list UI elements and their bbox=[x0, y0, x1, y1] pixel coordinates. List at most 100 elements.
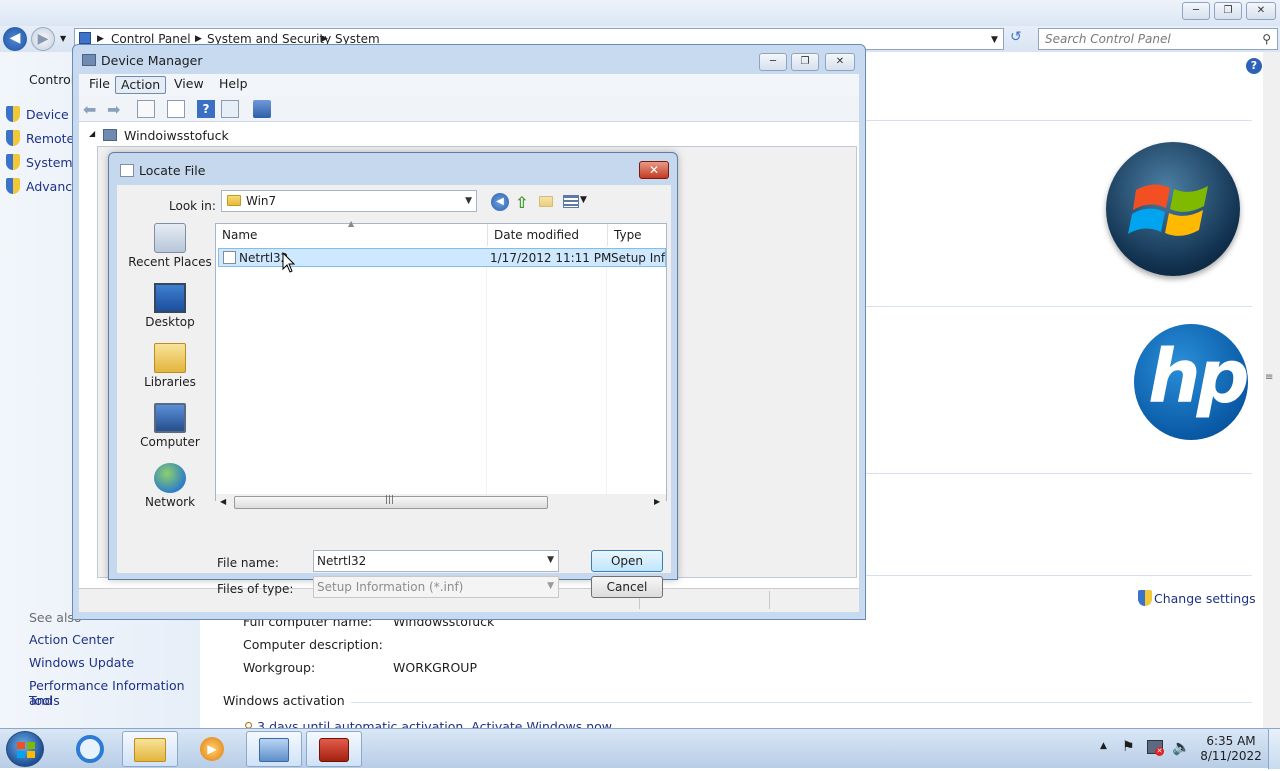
scroll-right-icon[interactable]: ▶ bbox=[654, 497, 660, 506]
chevron-down-icon[interactable]: ▼ bbox=[547, 555, 554, 565]
vertical-scrollbar[interactable]: ≡ bbox=[1263, 52, 1280, 728]
divider bbox=[866, 306, 1252, 307]
close-button[interactable]: ✕ bbox=[825, 53, 855, 71]
scrollbar-grip-icon: ≡ bbox=[1265, 372, 1274, 383]
column-header-date[interactable]: Date modified bbox=[488, 224, 608, 246]
file-list: ▲ Name Date modified Type Netrtl32 1/17/… bbox=[215, 219, 667, 511]
look-in-dropdown[interactable]: Win7 ▼ bbox=[221, 190, 477, 212]
chevron-down-icon: ▼ bbox=[547, 581, 554, 591]
start-button[interactable] bbox=[6, 731, 44, 767]
menu-bar: File Action View Help bbox=[79, 74, 859, 96]
refresh-icon[interactable]: ↺ bbox=[1010, 29, 1022, 45]
task-label: System bbox=[26, 155, 73, 170]
divider bbox=[866, 120, 1252, 121]
control-panel-icon bbox=[259, 738, 289, 762]
file-date-cell: 1/17/2012 11:11 PM bbox=[490, 251, 612, 265]
place-network[interactable]: Network bbox=[127, 463, 213, 509]
place-desktop[interactable]: Desktop bbox=[127, 283, 213, 329]
recent-pages-icon[interactable]: ▼ bbox=[60, 34, 66, 43]
maximize-button[interactable]: ❐ bbox=[791, 53, 819, 71]
taskbar-internet-explorer[interactable] bbox=[62, 731, 118, 767]
show-desktop-button[interactable] bbox=[1268, 729, 1280, 769]
taskbar: ▶ ▲ ⚑ ✕ 🔈 6:35 AM 8/11/2022 bbox=[0, 728, 1280, 769]
column-header-type[interactable]: Type bbox=[608, 224, 666, 246]
dialog-title: Locate File bbox=[139, 163, 206, 178]
activation-link[interactable]: ⚲ 3 days until automatic activation. Act… bbox=[244, 719, 612, 728]
volume-muted-icon[interactable]: 🔈 bbox=[1172, 738, 1191, 756]
files-of-type-select[interactable]: Setup Information (*.inf) ▼ bbox=[313, 576, 559, 598]
system-clock[interactable]: 6:35 AM 8/11/2022 bbox=[1198, 734, 1264, 764]
forward-icon[interactable]: ▶ bbox=[31, 27, 55, 51]
open-button[interactable]: Open bbox=[591, 550, 663, 572]
tree-root-label[interactable]: Windoiwsstofuck bbox=[124, 128, 229, 143]
scan-hardware-icon[interactable] bbox=[253, 100, 271, 118]
task-advanced-settings[interactable]: Advanc bbox=[6, 178, 72, 196]
close-button[interactable]: ✕ bbox=[1246, 2, 1276, 20]
divider bbox=[866, 473, 1252, 474]
minimize-button[interactable]: ─ bbox=[759, 53, 787, 71]
task-system-protection[interactable]: System bbox=[6, 154, 73, 172]
taskbar-media-player[interactable]: ▶ bbox=[184, 731, 240, 767]
task-label: Remote bbox=[26, 131, 75, 146]
link-action-center[interactable]: Action Center bbox=[29, 632, 114, 647]
minimize-button[interactable]: ─ bbox=[1182, 2, 1210, 20]
horizontal-scrollbar[interactable]: ◀ ||| ▶ bbox=[216, 494, 666, 511]
maximize-button[interactable]: ❐ bbox=[1214, 2, 1242, 20]
search-input[interactable]: Search Control Panel ⚲ bbox=[1038, 28, 1278, 50]
windows-logo bbox=[1106, 142, 1240, 276]
view-menu-icon[interactable]: ▼ bbox=[563, 193, 589, 211]
forward-arrow-icon[interactable]: ➡ bbox=[107, 100, 125, 119]
cancel-button[interactable]: Cancel bbox=[591, 576, 663, 598]
network-icon bbox=[154, 463, 186, 493]
workgroup-label: Workgroup: bbox=[243, 660, 316, 675]
back-icon[interactable]: ◀ bbox=[3, 27, 27, 51]
properties-icon[interactable] bbox=[167, 100, 185, 118]
help-icon[interactable]: ? bbox=[197, 100, 215, 118]
place-label: Desktop bbox=[145, 315, 195, 329]
workgroup-value: WORKGROUP bbox=[393, 660, 477, 675]
device-manager-icon bbox=[82, 54, 96, 66]
place-computer[interactable]: Computer bbox=[127, 403, 213, 449]
task-remote-settings[interactable]: Remote bbox=[6, 130, 74, 148]
places-bar: Recent Places Desktop Libraries Computer… bbox=[127, 223, 213, 533]
window-title: Device Manager bbox=[101, 53, 203, 68]
dialog-close-button[interactable]: ✕ bbox=[639, 161, 669, 179]
show-hidden-icons[interactable]: ▲ bbox=[1100, 741, 1107, 751]
link-windows-update[interactable]: Windows Update bbox=[29, 655, 134, 670]
search-icon[interactable]: ⚲ bbox=[1262, 29, 1271, 49]
menu-view[interactable]: View bbox=[169, 76, 209, 94]
file-name-input[interactable]: Netrtl32 ▼ bbox=[313, 550, 559, 572]
taskbar-device-manager[interactable] bbox=[306, 731, 362, 767]
menu-file[interactable]: File bbox=[84, 76, 115, 94]
menu-help[interactable]: Help bbox=[214, 76, 253, 94]
recent-places-icon bbox=[154, 223, 186, 253]
hp-logo-text: hp bbox=[1148, 334, 1250, 420]
column-header-name[interactable]: Name bbox=[216, 224, 488, 246]
go-back-icon[interactable]: ◀ bbox=[491, 193, 509, 211]
back-arrow-icon[interactable]: ⬅ bbox=[83, 100, 101, 119]
file-name-cell: Netrtl32 bbox=[239, 251, 289, 265]
inf-file-icon bbox=[223, 251, 236, 264]
up-folder-icon[interactable]: ⇧ bbox=[515, 193, 533, 212]
taskbar-explorer[interactable] bbox=[122, 731, 178, 767]
place-libraries[interactable]: Libraries bbox=[127, 343, 213, 389]
link-performance-tools[interactable]: Tools bbox=[29, 693, 60, 708]
action-center-flag-icon[interactable]: ⚑ bbox=[1122, 739, 1135, 755]
place-recent-places[interactable]: Recent Places bbox=[127, 223, 213, 269]
scrollbar-thumb[interactable]: ||| bbox=[234, 495, 548, 509]
help-icon[interactable]: ? bbox=[1246, 58, 1262, 74]
menu-action[interactable]: Action bbox=[115, 76, 167, 94]
view-icon[interactable] bbox=[221, 100, 239, 118]
device-tree-icon[interactable] bbox=[137, 100, 155, 118]
change-settings-link[interactable]: Change settings bbox=[1138, 590, 1256, 606]
sidebar-header[interactable]: Control bbox=[29, 72, 74, 87]
windows-start-icon bbox=[17, 742, 35, 758]
scroll-left-icon[interactable]: ◀ bbox=[220, 497, 226, 506]
tree-expander-icon[interactable]: ◢ bbox=[89, 129, 95, 138]
taskbar-control-panel[interactable] bbox=[246, 731, 302, 767]
chevron-down-icon[interactable]: ▼ bbox=[991, 30, 998, 50]
network-icon[interactable]: ✕ bbox=[1147, 740, 1164, 756]
new-folder-icon[interactable] bbox=[539, 193, 557, 211]
look-in-label: Look in: bbox=[169, 199, 216, 213]
file-name-label: File name: bbox=[217, 556, 279, 570]
